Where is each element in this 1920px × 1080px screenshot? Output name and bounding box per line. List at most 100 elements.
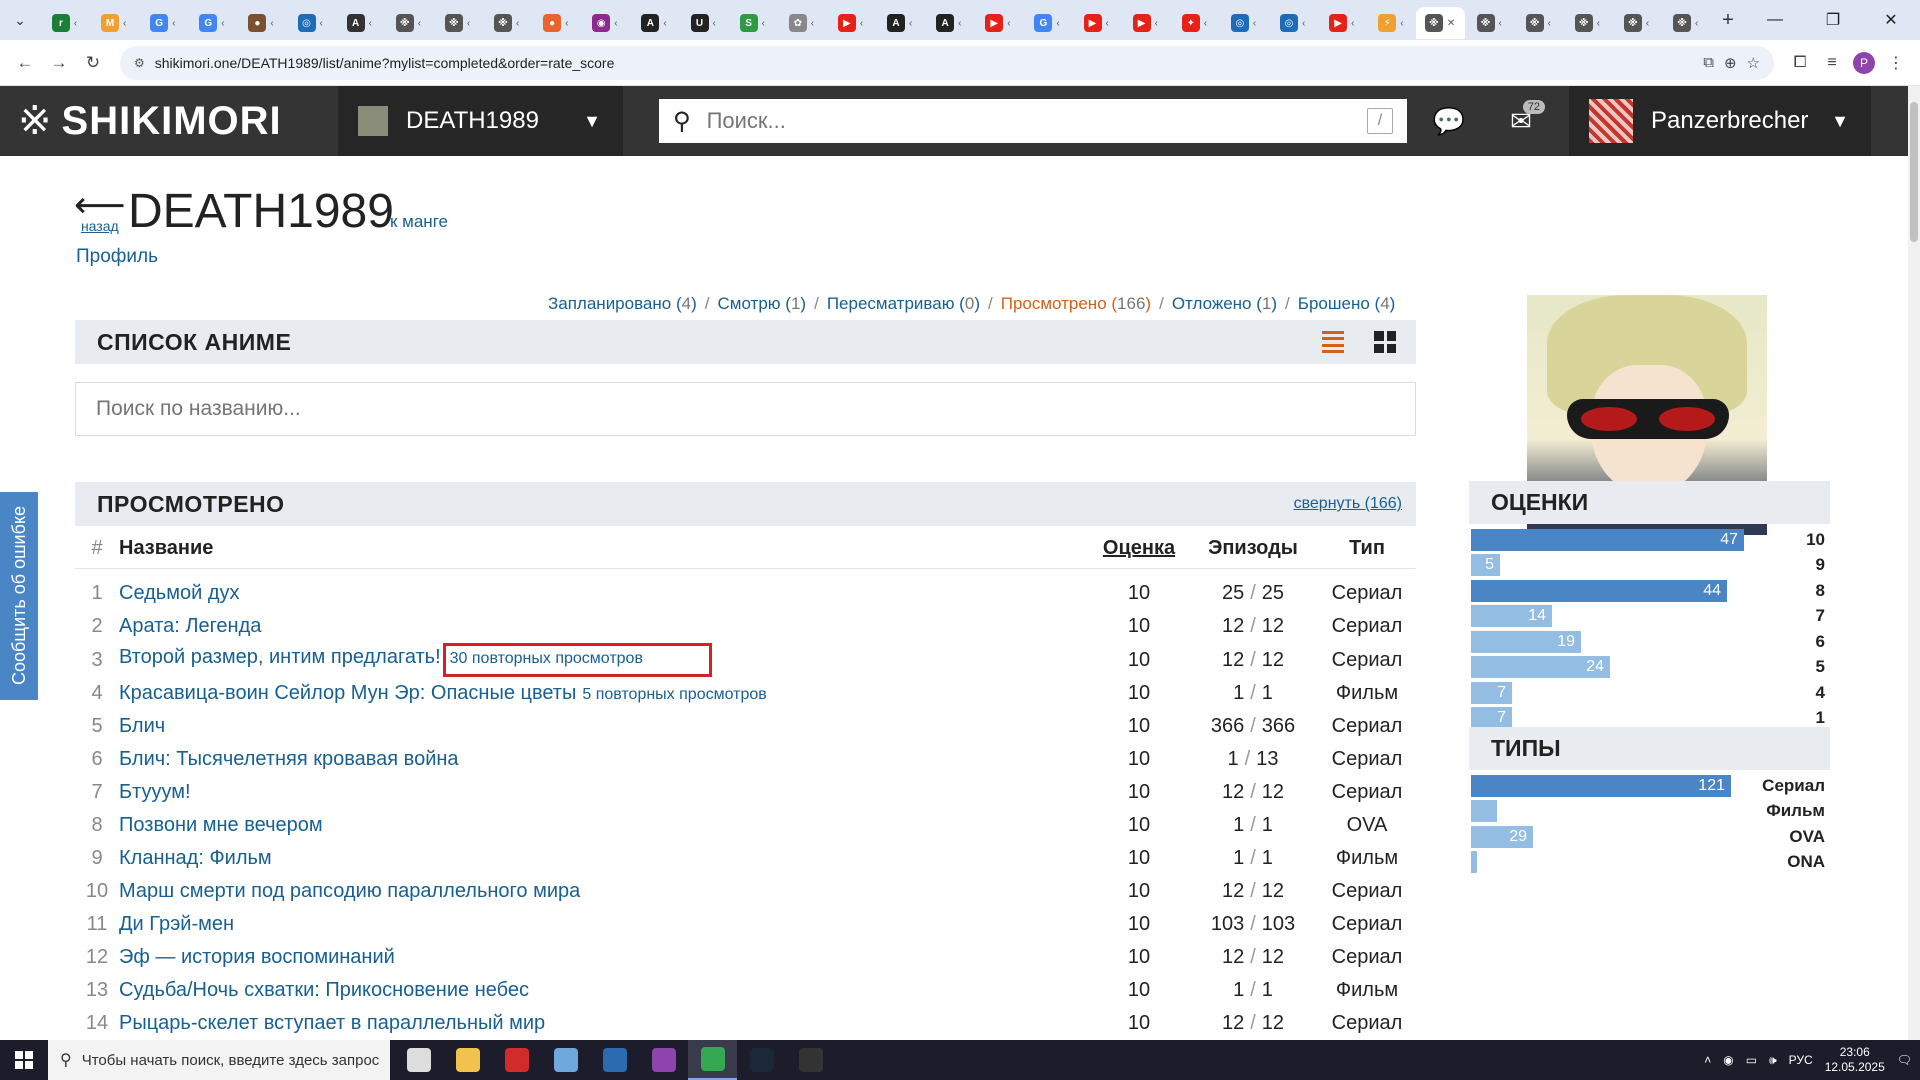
browser-tab[interactable]: ※ ‹ — [1563, 7, 1612, 39]
taskbar-search[interactable]: ⚲ Чтобы начать поиск, введите здесь запр… — [48, 1040, 390, 1080]
score-bar[interactable]: 44 — [1471, 579, 1727, 602]
media-control-icon[interactable]: ≡ — [1816, 47, 1848, 79]
to-manga-link[interactable]: к манге — [390, 212, 448, 232]
anime-title-link[interactable]: Второй размер, интим предлагать! — [119, 646, 441, 668]
anime-title-link[interactable]: Судьба/Ночь схватки: Прикосновение небес — [119, 979, 529, 1001]
browser-tab[interactable]: A ‹ — [630, 7, 679, 39]
row-episodes[interactable]: 366/366 — [1188, 710, 1318, 743]
row-episodes[interactable]: 12/12 — [1188, 610, 1318, 643]
status-filter-item[interactable]: Пересматриваю (0) — [827, 294, 980, 313]
row-episodes[interactable]: 12/12 — [1188, 1007, 1318, 1040]
score-bar[interactable]: 7 — [1471, 707, 1512, 730]
row-episodes[interactable]: 1/13 — [1188, 743, 1318, 776]
browser-tab[interactable]: ※ ‹ — [1661, 7, 1710, 39]
scrollbar-thumb[interactable] — [1910, 102, 1918, 242]
clock[interactable]: 23:06 12.05.2025 — [1825, 1045, 1885, 1075]
row-score[interactable]: 10 — [1090, 875, 1188, 908]
row-episodes[interactable]: 103/103 — [1188, 908, 1318, 941]
volume-icon[interactable]: 🕪 — [1769, 1053, 1777, 1068]
browser-tab[interactable]: ● ‹ — [237, 7, 286, 39]
status-filter-item[interactable]: Просмотрено (166) — [1001, 294, 1151, 313]
maximize-icon[interactable]: ❐ — [1804, 0, 1862, 40]
anime-title-link[interactable]: Арата: Легенда — [119, 615, 261, 637]
collapse-link[interactable]: свернуть (166) — [1294, 495, 1402, 513]
browser-tab[interactable]: ◎ ‹ — [1268, 7, 1317, 39]
row-score[interactable]: 10 — [1090, 941, 1188, 974]
language-indicator[interactable]: РУС — [1789, 1053, 1813, 1067]
row-score[interactable]: 10 — [1090, 568, 1188, 610]
browser-tab[interactable]: ▶ ‹ — [1072, 7, 1121, 39]
row-score[interactable]: 10 — [1090, 643, 1188, 677]
row-episodes[interactable]: 1/1 — [1188, 842, 1318, 875]
title-filter-input[interactable] — [96, 397, 1415, 421]
row-episodes[interactable]: 12/12 — [1188, 776, 1318, 809]
steam-tray-icon[interactable]: ◉ — [1723, 1053, 1733, 1067]
bookmark-star-icon[interactable]: ☆ — [1747, 54, 1760, 72]
global-search-input[interactable] — [706, 108, 1367, 134]
minimize-icon[interactable]: — — [1746, 0, 1804, 40]
score-bar[interactable]: 5 — [1471, 554, 1500, 577]
anime-title-link[interactable]: Бтууум! — [119, 781, 191, 803]
install-app-icon[interactable]: ⧉ — [1703, 54, 1714, 72]
col-score[interactable]: Оценка — [1090, 530, 1188, 569]
browser-tab[interactable]: ※ ‹ — [433, 7, 482, 39]
taskbar-app-steam[interactable] — [737, 1040, 786, 1080]
row-episodes[interactable]: 12/12 — [1188, 941, 1318, 974]
browser-tab[interactable]: ※ ✕ — [1415, 7, 1465, 39]
status-filter-item[interactable]: Брошено (4) — [1298, 294, 1396, 313]
browser-tab[interactable]: ※ ‹ — [384, 7, 433, 39]
browser-tab[interactable]: ▶ ‹ — [1121, 7, 1170, 39]
browser-tab[interactable]: ⚡ ‹ — [1366, 7, 1415, 39]
notifications-icon[interactable]: 🗨 — [1897, 1053, 1912, 1067]
tray-chevron-icon[interactable]: ˄ — [1704, 1053, 1711, 1067]
viewed-user-menu[interactable]: DEATH1989 ▼ — [338, 86, 623, 156]
anime-title-link[interactable]: Марш смерти под рапсодию параллельного м… — [119, 880, 580, 902]
type-bar[interactable]: 29 — [1471, 825, 1533, 848]
row-score[interactable]: 10 — [1090, 743, 1188, 776]
browser-tab[interactable]: ✿ ‹ — [777, 7, 826, 39]
mail-icon[interactable]: ✉ 72 — [1491, 86, 1551, 156]
profile-avatar[interactable]: P — [1848, 47, 1880, 79]
row-score[interactable]: 10 — [1090, 776, 1188, 809]
status-filter-item[interactable]: Запланировано (4) — [548, 294, 697, 313]
taskbar-app-tor[interactable] — [639, 1040, 688, 1080]
browser-tab[interactable]: ◉ ‹ — [580, 7, 629, 39]
anime-title-link[interactable]: Блич: Тысячелетняя кровавая война — [119, 748, 459, 770]
browser-tab[interactable]: A ‹ — [335, 7, 384, 39]
taskbar-app-chrome[interactable] — [688, 1040, 737, 1080]
forward-icon[interactable]: → — [42, 46, 76, 80]
browser-tab[interactable]: ※ ‹ — [1514, 7, 1563, 39]
browser-menu-icon[interactable]: ⋮ — [1880, 47, 1912, 79]
browser-tab[interactable]: G ‹ — [187, 7, 236, 39]
col-type[interactable]: Тип — [1318, 530, 1416, 569]
anime-title-link[interactable]: Ди Грэй-мен — [119, 913, 234, 935]
browser-tab[interactable]: ● ‹ — [531, 7, 580, 39]
new-tab-button[interactable]: + — [1710, 2, 1746, 38]
type-bar[interactable]: 121 — [1471, 774, 1731, 797]
taskbar-app-flash[interactable] — [492, 1040, 541, 1080]
anime-title-link[interactable]: Кланнад: Фильм — [119, 847, 272, 869]
network-icon[interactable]: ▭ — [1746, 1053, 1757, 1067]
list-view-icon[interactable] — [1322, 331, 1344, 353]
score-bar[interactable]: 14 — [1471, 605, 1552, 628]
taskbar-app-task-view[interactable] — [394, 1040, 443, 1080]
browser-tab[interactable]: A ‹ — [875, 7, 924, 39]
anime-title-link[interactable]: Блич — [119, 715, 165, 737]
chat-icon[interactable]: 💬 — [1419, 86, 1479, 156]
score-bar[interactable]: 47 — [1471, 528, 1744, 551]
row-episodes[interactable]: 12/12 — [1188, 875, 1318, 908]
grid-view-icon[interactable] — [1374, 331, 1396, 353]
url-field[interactable]: ⚙ shikimori.one/DEATH1989/list/anime?myl… — [120, 45, 1774, 80]
row-score[interactable]: 10 — [1090, 677, 1188, 710]
browser-tab[interactable]: ✦ ‹ — [1170, 7, 1219, 39]
browser-tab[interactable]: ※ ‹ — [482, 7, 531, 39]
browser-tab[interactable]: ▶ ‹ — [1317, 7, 1366, 39]
browser-tab[interactable]: A ‹ — [924, 7, 973, 39]
report-error-tab[interactable]: Сообщить об ошибке — [0, 492, 38, 700]
browser-tab[interactable]: ▶ ‹ — [826, 7, 875, 39]
reload-icon[interactable]: ↻ — [76, 46, 110, 80]
browser-tab[interactable]: ◎ ‹ — [1219, 7, 1268, 39]
status-filter-item[interactable]: Отложено (1) — [1172, 294, 1277, 313]
anime-title-link[interactable]: Позвони мне вечером — [119, 814, 323, 836]
zoom-icon[interactable]: ⊕ — [1724, 54, 1737, 72]
